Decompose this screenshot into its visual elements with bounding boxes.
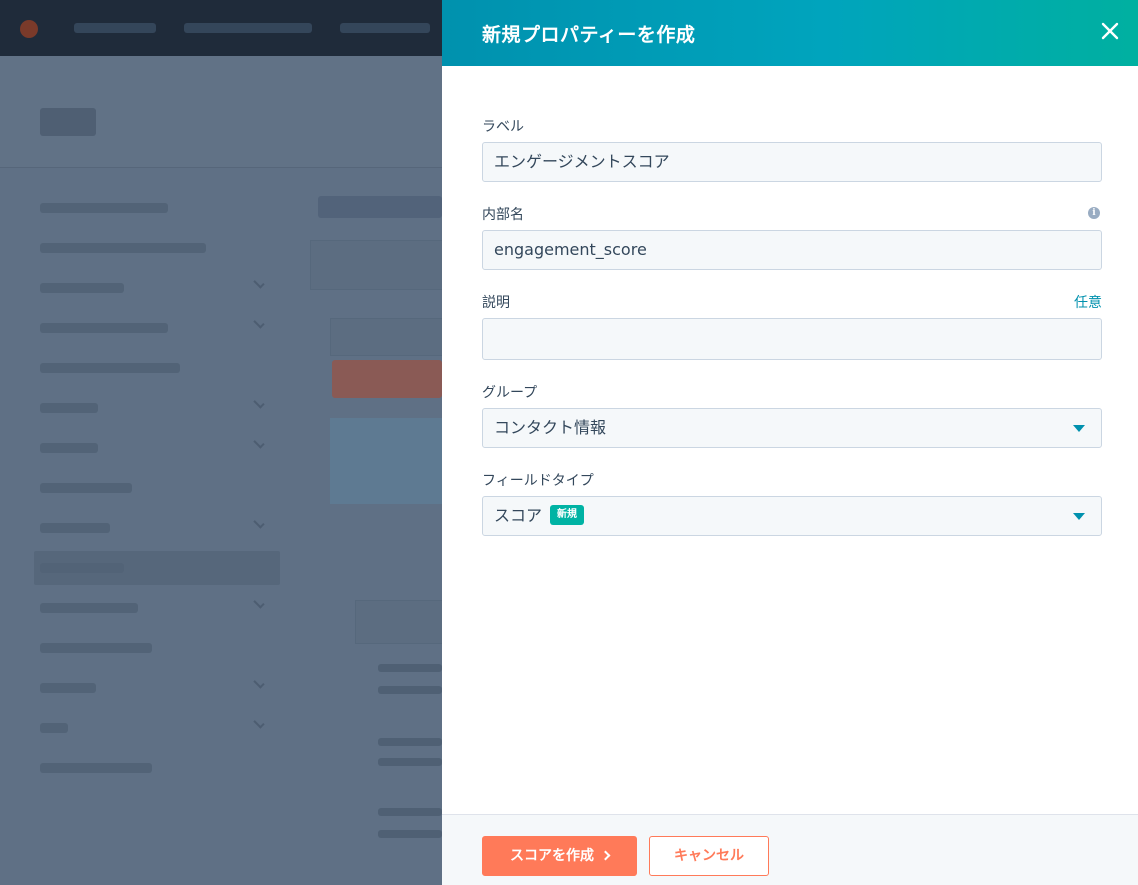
background-chevron: [253, 597, 265, 609]
group-select-value: コンタクト情報: [494, 418, 607, 437]
background-nav-item: [184, 23, 312, 33]
background-chevron: [253, 517, 265, 529]
background-sidebar-item: [40, 403, 98, 413]
background-chevron: [253, 317, 265, 329]
background-chevron: [253, 717, 265, 729]
background-sidebar-item: [40, 283, 124, 293]
background-line: [378, 664, 442, 672]
background-orange-button: [332, 360, 442, 398]
background-sidebar-item: [40, 363, 180, 373]
background-line: [378, 758, 442, 766]
background-sidebar-item: [40, 723, 68, 733]
background-chevron: [253, 277, 265, 289]
background-sidebar-item: [40, 443, 98, 453]
background-box: [355, 600, 455, 644]
field-type-select[interactable]: スコア 新規: [482, 496, 1102, 536]
label-input[interactable]: エンゲージメントスコア: [482, 142, 1102, 182]
background-sidebar-item: [40, 483, 132, 493]
background-chevron: [253, 397, 265, 409]
background-line: [378, 830, 442, 838]
background-sidebar-item: [40, 323, 168, 333]
close-icon: [1101, 22, 1119, 40]
background-content-title: [318, 196, 442, 218]
field-type-select-value: スコア: [494, 506, 543, 525]
caret-down-icon: [1073, 513, 1085, 520]
optional-label: 任意: [1074, 295, 1102, 311]
background-sidebar-item: [40, 603, 138, 613]
field-type-field-label: フィールドタイプ: [482, 473, 594, 489]
info-icon[interactable]: i: [1088, 207, 1100, 219]
internal-name-input[interactable]: engagement_score: [482, 230, 1102, 270]
background-line: [378, 686, 442, 694]
background-page-title: [40, 108, 96, 136]
background-sidebar-item: [40, 643, 152, 653]
chevron-right-icon: [600, 850, 611, 860]
panel-header: 新規プロパティーを作成: [442, 0, 1138, 66]
background-info-box: [330, 418, 442, 504]
description-field-label: 説明: [482, 295, 510, 311]
panel-title: 新規プロパティーを作成: [482, 24, 696, 46]
background-logo: [20, 20, 38, 38]
cancel-button[interactable]: キャンセル: [649, 836, 769, 876]
background-sidebar-item: [40, 563, 124, 573]
description-textarea[interactable]: [482, 318, 1102, 360]
background-sidebar-item: [40, 523, 110, 533]
background-chevron: [253, 677, 265, 689]
create-score-button[interactable]: スコアを作成: [482, 836, 637, 876]
caret-down-icon: [1073, 425, 1085, 432]
create-property-panel: 新規プロパティーを作成 ラベル エンゲージメントスコア 内部名 i engage…: [442, 0, 1138, 885]
background-nav-item: [340, 23, 430, 33]
background-chevron: [253, 437, 265, 449]
panel-footer: スコアを作成 キャンセル: [442, 814, 1138, 885]
group-select[interactable]: コンタクト情報: [482, 408, 1102, 448]
background-box: [310, 240, 450, 290]
background-line: [378, 738, 442, 746]
new-badge: 新規: [550, 505, 585, 525]
close-button[interactable]: [1098, 17, 1122, 45]
group-field-label: グループ: [482, 385, 538, 401]
background-sidebar-item: [40, 683, 96, 693]
internal-name-field-label: 内部名: [482, 207, 524, 223]
background-line: [378, 808, 442, 816]
background-sidebar-item: [40, 763, 152, 773]
background-sidebar-item: [40, 243, 206, 253]
label-field-label: ラベル: [482, 119, 524, 135]
create-score-button-label: スコアを作成: [510, 848, 594, 864]
background-box: [330, 318, 450, 356]
background-sidebar-item: [40, 203, 168, 213]
background-nav-item: [74, 23, 156, 33]
